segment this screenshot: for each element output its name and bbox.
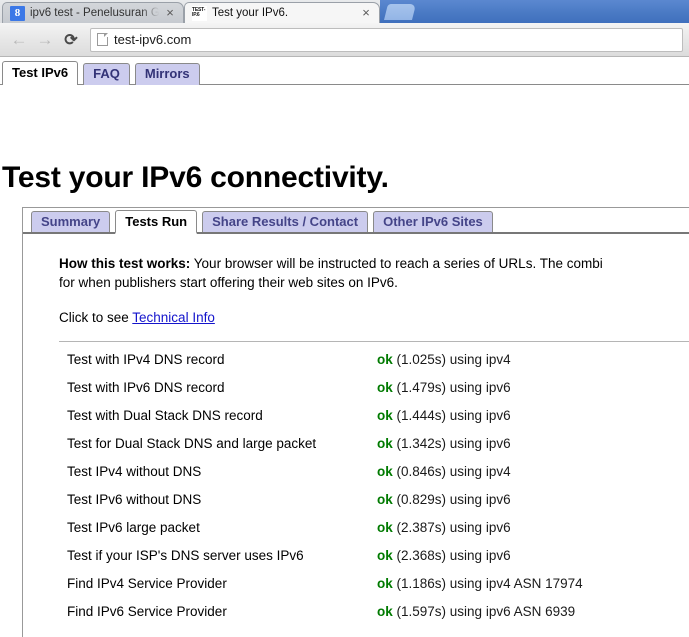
status-badge: ok: [377, 464, 393, 479]
tab-share-results-contact[interactable]: Share Results / Contact: [202, 211, 369, 232]
browser-window: 8 ipv6 test - Penelusuran Google × TEST-…: [0, 0, 689, 637]
back-icon[interactable]: ←: [6, 27, 32, 53]
test-name: Test for Dual Stack DNS and large packet: [67, 436, 317, 451]
close-icon[interactable]: ×: [359, 6, 373, 20]
test-result: ok (2.387s) using ipv6: [377, 520, 511, 535]
table-row: Test if your ISP's DNS server uses IPv6 …: [59, 548, 689, 576]
status-badge: ok: [377, 380, 393, 395]
how-this-test-works-paragraph: How this test works: Your browser will b…: [59, 254, 689, 292]
site-tab-bar: Test IPv6 FAQ Mirrors: [2, 61, 205, 85]
test-name: Test IPv6 without DNS: [67, 492, 202, 507]
test-detail: (1.025s) using ipv4: [392, 352, 511, 367]
status-badge: ok: [377, 576, 393, 591]
test-result: ok (1.479s) using ipv6: [377, 380, 511, 395]
table-row: Test for Dual Stack DNS and large packet…: [59, 436, 689, 464]
test-name: Find IPv6 Service Provider: [67, 604, 227, 619]
test-name: Test with IPv6 DNS record: [67, 380, 225, 395]
test-detail: (1.597s) using ipv6 ASN 6939: [392, 604, 576, 619]
browser-tab-google[interactable]: 8 ipv6 test - Penelusuran Google ×: [2, 2, 184, 23]
test-result: ok (0.846s) using ipv4: [377, 464, 511, 479]
intro-heading: How this test works:: [59, 256, 191, 271]
section-divider: [59, 341, 689, 342]
browser-tab-strip: 8 ipv6 test - Penelusuran Google × TEST-…: [0, 0, 689, 23]
table-row: Test IPv6 large packet ok (2.387s) using…: [59, 520, 689, 548]
test-result: ok (1.444s) using ipv6: [377, 408, 511, 423]
browser-tab-test-ipv6[interactable]: TEST- IP.6 Test your IPv6. ×: [184, 2, 380, 23]
new-tab-button[interactable]: [384, 4, 416, 20]
page-content: Test IPv6 FAQ Mirrors Test your IPv6 con…: [0, 57, 689, 637]
table-row: Test IPv4 without DNS ok (0.846s) using …: [59, 464, 689, 492]
site-tab-faq[interactable]: FAQ: [83, 63, 130, 85]
test-detail: (1.342s) using ipv6: [392, 436, 511, 451]
forward-icon[interactable]: →: [32, 27, 58, 53]
url-text[interactable]: test-ipv6.com: [114, 32, 191, 47]
status-badge: ok: [377, 520, 393, 535]
test-detail: (0.846s) using ipv4: [392, 464, 511, 479]
test-name: Find IPv4 Service Provider: [67, 576, 227, 591]
test-name: Test if your ISP's DNS server uses IPv6: [67, 548, 304, 563]
close-icon[interactable]: ×: [163, 6, 177, 20]
table-row: Test with Dual Stack DNS record ok (1.44…: [59, 408, 689, 436]
technical-info-link[interactable]: Technical Info: [132, 310, 215, 325]
test-result: ok (1.597s) using ipv6 ASN 6939: [377, 604, 575, 619]
site-tab-test-ipv6[interactable]: Test IPv6: [2, 61, 79, 85]
test-detail: (1.444s) using ipv6: [392, 408, 511, 423]
click-to-see-label: Click to see: [59, 310, 133, 325]
panel-body: How this test works: Your browser will b…: [23, 234, 689, 637]
technical-info-line: Click to see Technical Info: [59, 310, 689, 325]
page-document-icon: [97, 33, 108, 46]
favicon-line-2: IP.6: [192, 12, 200, 18]
test-name: Test IPv6 large packet: [67, 520, 200, 535]
status-badge: ok: [377, 604, 393, 619]
test-detail: (2.387s) using ipv6: [392, 520, 511, 535]
test-name: Test IPv4 without DNS: [67, 464, 202, 479]
status-badge: ok: [377, 352, 393, 367]
test-result: ok (1.342s) using ipv6: [377, 436, 511, 451]
test-result: ok (1.025s) using ipv4: [377, 352, 511, 367]
test-detail: (1.186s) using ipv4 ASN 17974: [392, 576, 583, 591]
test-result: ok (0.829s) using ipv6: [377, 492, 511, 507]
test-detail: (1.479s) using ipv6: [392, 380, 511, 395]
reload-icon[interactable]: ⟳: [58, 27, 84, 53]
test-result: ok (1.186s) using ipv4 ASN 17974: [377, 576, 583, 591]
test-name: Test with IPv4 DNS record: [67, 352, 225, 367]
site-tab-mirrors[interactable]: Mirrors: [134, 63, 200, 85]
test-name: Test with Dual Stack DNS record: [67, 408, 263, 423]
page-title: Test your IPv6 connectivity.: [2, 161, 389, 194]
tests-list: Test with IPv4 DNS record ok (1.025s) us…: [59, 352, 689, 632]
tab-tests-run[interactable]: Tests Run: [115, 210, 198, 234]
table-row: Find IPv6 Service Provider ok (1.597s) u…: [59, 604, 689, 632]
table-row: Test with IPv6 DNS record ok (1.479s) us…: [59, 380, 689, 408]
google-favicon: 8: [10, 5, 25, 21]
address-bar[interactable]: test-ipv6.com: [90, 27, 683, 52]
tab-other-ipv6-sites[interactable]: Other IPv6 Sites: [373, 211, 493, 232]
status-badge: ok: [377, 548, 393, 563]
test-detail: (0.829s) using ipv6: [392, 492, 511, 507]
results-panel: Summary Tests Run Share Results / Contac…: [22, 207, 689, 637]
test-ipv6-favicon: TEST- IP.6: [192, 5, 207, 21]
panel-tab-bar: Summary Tests Run Share Results / Contac…: [23, 208, 689, 234]
browser-tab-title: ipv6 test - Penelusuran Google: [30, 7, 159, 19]
status-badge: ok: [377, 492, 393, 507]
status-badge: ok: [377, 436, 393, 451]
browser-toolbar: ← → ⟳ test-ipv6.com: [0, 23, 689, 57]
table-row: Find IPv4 Service Provider ok (1.186s) u…: [59, 576, 689, 604]
browser-tab-title: Test your IPv6.: [212, 7, 289, 19]
tab-summary[interactable]: Summary: [31, 211, 111, 232]
status-badge: ok: [377, 408, 393, 423]
table-row: Test IPv6 without DNS ok (0.829s) using …: [59, 492, 689, 520]
test-result: ok (2.368s) using ipv6: [377, 548, 511, 563]
table-row: Test with IPv4 DNS record ok (1.025s) us…: [59, 352, 689, 380]
test-detail: (2.368s) using ipv6: [392, 548, 511, 563]
